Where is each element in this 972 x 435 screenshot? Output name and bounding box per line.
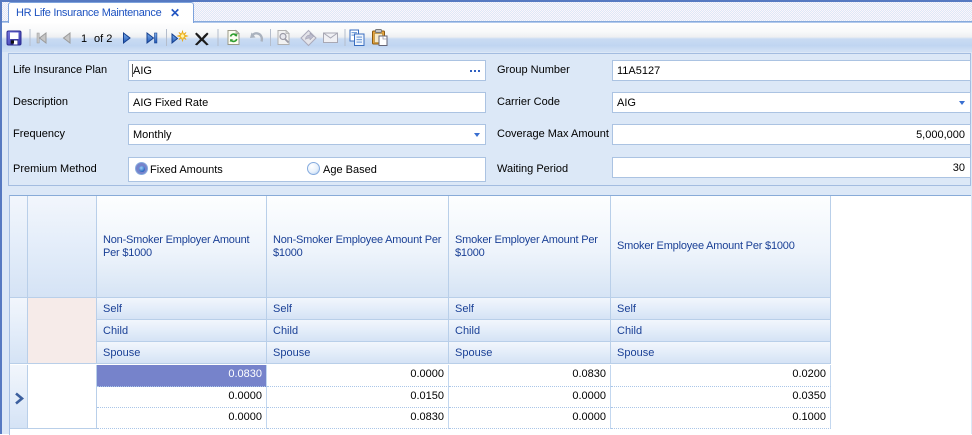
svg-text:1: 1 bbox=[81, 33, 87, 45]
svg-text:of 2: of 2 bbox=[94, 33, 112, 45]
